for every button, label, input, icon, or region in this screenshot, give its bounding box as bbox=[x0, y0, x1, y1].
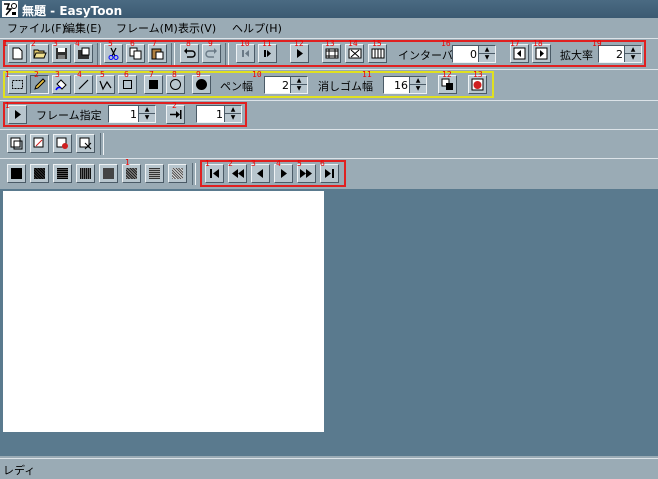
layer-delete-icon bbox=[79, 137, 92, 150]
eraser-width-spinner[interactable]: 16 ▲ ▼ bbox=[383, 76, 427, 94]
play-icon bbox=[15, 110, 21, 119]
filled-ellipse-tool-button[interactable] bbox=[192, 75, 211, 94]
redo-icon bbox=[205, 48, 217, 58]
step-back-icon bbox=[242, 50, 249, 57]
window-title: 無題 - EasyToon bbox=[22, 4, 123, 18]
title-bar: 無題 - EasyToon bbox=[0, 0, 658, 18]
rewind-icon bbox=[232, 169, 244, 178]
menu-help[interactable]: ヘルプ(H) bbox=[230, 20, 284, 36]
triangle-right-icon bbox=[281, 169, 287, 178]
status-text: レディ bbox=[3, 464, 36, 477]
paste-button[interactable] bbox=[148, 44, 167, 63]
polyline-icon bbox=[99, 80, 112, 91]
interval-value: 0 bbox=[470, 48, 477, 61]
layer-delete-button[interactable] bbox=[76, 134, 95, 153]
cut-button[interactable] bbox=[104, 44, 123, 63]
layer-copy-icon bbox=[33, 137, 44, 148]
select-tool-button[interactable] bbox=[8, 75, 27, 94]
polyline-tool-button[interactable] bbox=[96, 75, 115, 94]
new-file-icon bbox=[12, 47, 23, 60]
pattern-swatch-4[interactable] bbox=[76, 164, 95, 183]
pattern-swatch-8[interactable] bbox=[168, 164, 187, 183]
folder-open-icon bbox=[32, 49, 47, 59]
film-insert-icon bbox=[325, 48, 338, 59]
copy-icon bbox=[129, 47, 142, 60]
toolbar-main: インターバル 0 ▲ ▼ 拡大率 2 ▲ ▼ 1 2 3 4 5 6 7 8 9 1… bbox=[0, 38, 658, 70]
pattern-swatch-5[interactable] bbox=[99, 164, 118, 183]
filled-rectangle-icon bbox=[149, 80, 158, 89]
pattern-swatch-2[interactable] bbox=[30, 164, 49, 183]
frame-spinner[interactable]: 1 ▲ ▼ bbox=[108, 105, 156, 123]
marquee-icon bbox=[12, 80, 23, 89]
toolbar-layer bbox=[0, 129, 658, 159]
play-icon bbox=[297, 49, 303, 58]
toolbar-drawing: ペン幅 2 ▲ ▼ 消しゴム幅 16 ▲ ▼ 1 2 3 4 5 6 7 8 9 1… bbox=[0, 69, 658, 101]
menu-file[interactable]: ファイル(F) bbox=[5, 20, 68, 36]
triangle-left-icon bbox=[257, 169, 263, 178]
layer-copy-button[interactable] bbox=[30, 134, 49, 153]
fast-forward-icon bbox=[300, 169, 312, 178]
filled-circle-icon bbox=[196, 79, 207, 90]
new-file-button[interactable] bbox=[8, 44, 27, 63]
undo-icon bbox=[184, 48, 196, 58]
zoom-value: 2 bbox=[616, 48, 623, 61]
step-forward-icon bbox=[264, 50, 271, 57]
frame-value: 1 bbox=[130, 108, 137, 121]
rectangle-icon bbox=[123, 80, 132, 89]
pattern-swatch-7[interactable] bbox=[145, 164, 164, 183]
pen-width-spinner[interactable]: 2 ▲ ▼ bbox=[264, 76, 308, 94]
frame-spinner-2[interactable]: 1 ▲ ▼ bbox=[196, 105, 242, 123]
menu-bar: ファイル(F) 編集(E) フレーム(M) 表示(V) ヘルプ(H) bbox=[0, 18, 658, 37]
pattern-swatch-3[interactable] bbox=[53, 164, 72, 183]
paste-icon bbox=[151, 48, 164, 60]
menu-edit[interactable]: 編集(E) bbox=[62, 20, 104, 36]
frame-label: フレーム指定 bbox=[36, 109, 102, 122]
triangle-right-icon bbox=[535, 47, 548, 60]
layer-add-icon bbox=[10, 137, 23, 150]
skip-to-start-icon bbox=[210, 169, 219, 178]
color-icon bbox=[471, 78, 484, 91]
status-bar: レディ bbox=[0, 458, 658, 479]
film-copy-icon bbox=[371, 48, 384, 59]
app-icon bbox=[2, 1, 18, 17]
scissors-icon bbox=[108, 47, 119, 60]
line-icon bbox=[78, 79, 89, 90]
pattern-swatch-1[interactable] bbox=[7, 164, 26, 183]
film-delete-icon bbox=[348, 48, 361, 59]
layer-paste-icon bbox=[56, 137, 68, 149]
menu-frame[interactable]: フレーム(M) bbox=[114, 20, 180, 36]
toolbar-pattern-navigation: 1 1 2 3 4 5 6 bbox=[0, 158, 658, 190]
circle-icon bbox=[170, 79, 181, 90]
eraser-width-label: 消しゴム幅 bbox=[318, 80, 373, 93]
eraser-width-value: 16 bbox=[394, 79, 408, 92]
skip-to-end-icon bbox=[325, 169, 334, 178]
pen-width-value: 2 bbox=[282, 79, 289, 92]
toolbar-frame: フレーム指定 1 ▲ ▼ 1 ▲ ▼ 1 2 bbox=[0, 100, 658, 130]
interval-spinner[interactable]: 0 ▲ ▼ bbox=[452, 45, 496, 63]
drawing-canvas[interactable] bbox=[3, 191, 324, 432]
pencil-tool-button[interactable] bbox=[30, 75, 49, 94]
pen-width-label: ペン幅 bbox=[220, 80, 253, 93]
export-icon bbox=[78, 47, 90, 59]
zoom-label: 拡大率 bbox=[560, 49, 593, 62]
menu-view[interactable]: 表示(V) bbox=[176, 20, 218, 36]
frame-value-2: 1 bbox=[216, 108, 223, 121]
floppy-icon bbox=[56, 48, 67, 59]
pencil-icon bbox=[34, 78, 46, 90]
zoom-spinner[interactable]: 2 ▲ ▼ bbox=[598, 45, 642, 63]
layer-paste-button[interactable] bbox=[53, 134, 72, 153]
layer-add-button[interactable] bbox=[7, 134, 26, 153]
swap-icon bbox=[441, 78, 453, 90]
frame-go-button[interactable] bbox=[8, 105, 27, 124]
triangle-left-icon bbox=[513, 47, 526, 60]
paint-bucket-icon bbox=[55, 79, 67, 91]
copy-button[interactable] bbox=[126, 44, 145, 63]
